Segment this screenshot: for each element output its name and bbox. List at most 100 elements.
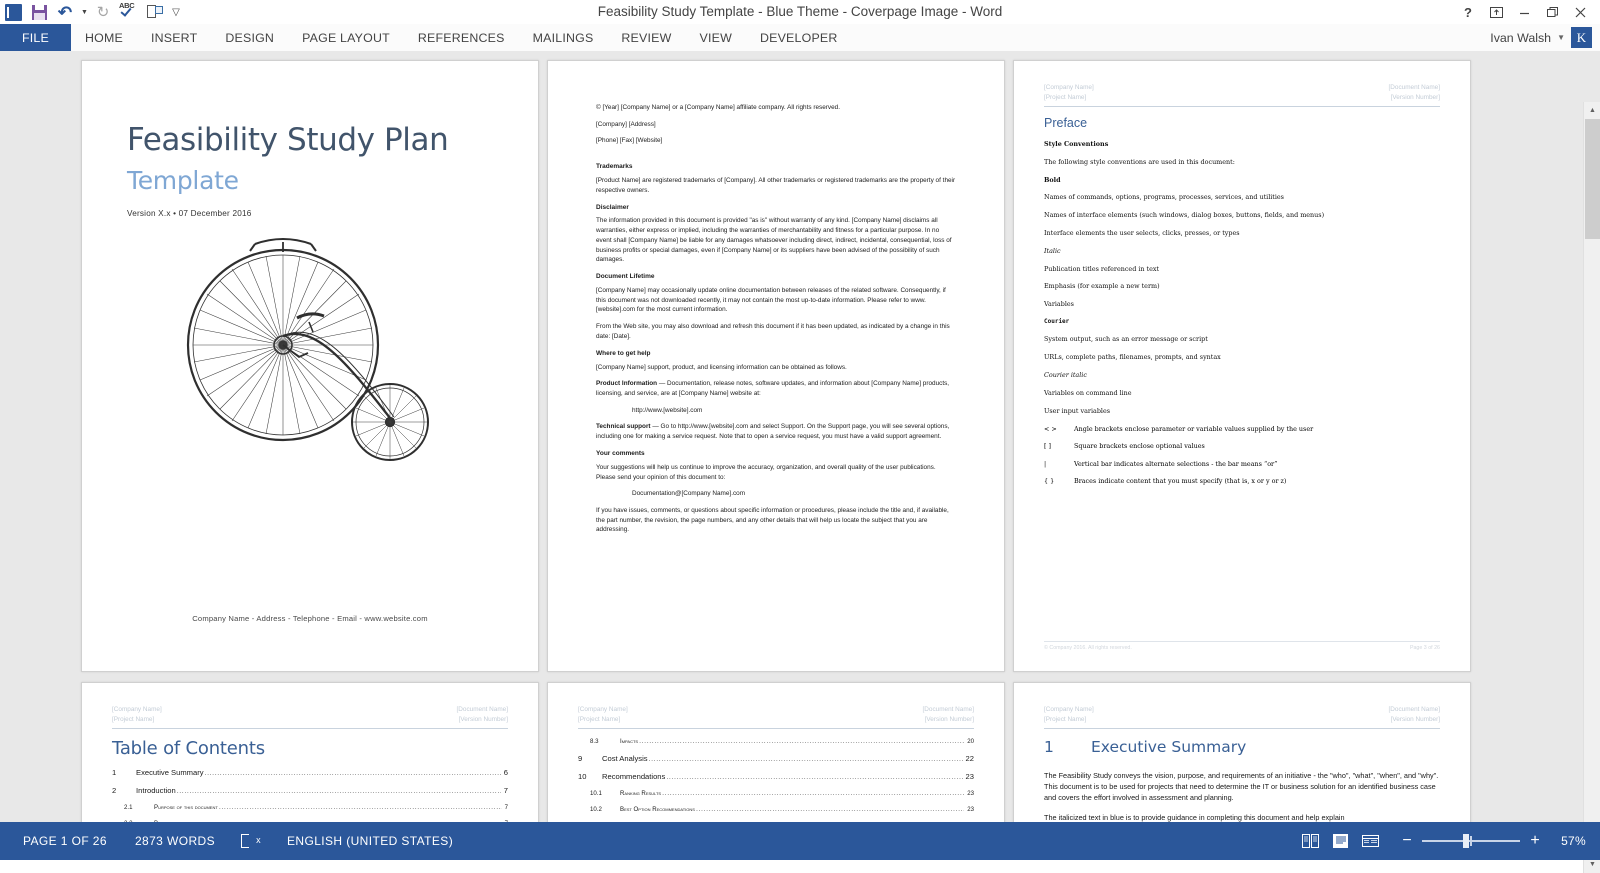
restore-icon[interactable]	[1538, 0, 1566, 24]
toc-entry-page: 6	[502, 768, 508, 777]
toc-entry[interactable]: 2.1 Purpose of this document ...........…	[124, 804, 508, 811]
document-page-toc-1[interactable]: [Company Name] [Project Name] [Document …	[81, 682, 539, 822]
undo-dropdown-icon[interactable]: ▼	[78, 0, 90, 24]
scroll-up-icon[interactable]: ▲	[1584, 102, 1600, 119]
zoom-level[interactable]: 57%	[1550, 834, 1590, 848]
tab-mailings[interactable]: MAILINGS	[519, 24, 608, 51]
preface-block-5: Interface elements the user selects, cli…	[1044, 229, 1440, 237]
zoom-control[interactable]: − + 57%	[1385, 833, 1590, 849]
toc-leader-dots: ........................................…	[219, 804, 502, 811]
tab-design[interactable]: DESIGN	[211, 24, 288, 51]
vertical-scrollbar[interactable]: ▲ ▲ ▼	[1583, 102, 1600, 873]
toc-entry[interactable]: 8.3 Impacts ............................…	[590, 738, 974, 745]
redo-icon[interactable]: ↻	[90, 0, 116, 24]
toc-entry[interactable]: 2 Introduction .........................…	[112, 786, 508, 795]
print-layout-icon[interactable]	[1325, 822, 1355, 860]
legal-technical-support-runin: Technical support	[596, 423, 651, 430]
toc-entry[interactable]: 10.1 Ranking Results ...................…	[590, 790, 974, 797]
page-indicator[interactable]: PAGE 1 OF 26	[9, 834, 121, 848]
spelling-icon[interactable]: ABC	[116, 0, 142, 24]
header-company-name: [Company Name]	[578, 705, 628, 715]
legal-heading-your-comments: Your comments	[596, 449, 956, 459]
help-icon[interactable]: ?	[1454, 0, 1482, 24]
toc-entry-number: 1	[112, 768, 136, 777]
toc-entry-number: 2.1	[124, 804, 154, 811]
chevron-down-icon[interactable]: ▼	[1557, 33, 1565, 42]
tab-home[interactable]: HOME	[71, 24, 137, 51]
legal-text-your-comments: Your suggestions will help us continue t…	[596, 463, 956, 482]
touch-mode-icon[interactable]	[142, 0, 168, 24]
preface-page-content: [Company Name] [Project Name] [Document …	[1014, 61, 1470, 671]
header-company-name: [Company Name]	[1044, 705, 1094, 715]
tab-page-layout[interactable]: PAGE LAYOUT	[288, 24, 404, 51]
preface-title: Preface	[1044, 116, 1440, 130]
toc-entry-number: 10.1	[590, 790, 620, 797]
customize-qat-icon[interactable]: ▽	[168, 0, 184, 24]
undo-icon[interactable]: ↶	[52, 0, 78, 24]
document-page-cover[interactable]: Feasibility Study Plan Template Version …	[81, 60, 539, 672]
language-indicator[interactable]: ENGLISH (UNITED STATES)	[273, 834, 467, 848]
toc-entry-label: Recommendations	[602, 772, 665, 781]
exec-summary-heading: 1 Executive Summary	[1044, 738, 1440, 756]
exec-summary-content: [Company Name] [Project Name] [Document …	[1014, 683, 1470, 822]
toc-leader-dots: ........................................…	[649, 756, 963, 763]
document-page-toc-2[interactable]: [Company Name] [Project Name] [Document …	[547, 682, 1005, 822]
preface-block-0: Style Conventions	[1044, 140, 1440, 148]
zoom-out-button[interactable]: −	[1401, 833, 1413, 849]
legal-text-trademarks: [Product Name] are registered trademarks…	[596, 176, 956, 195]
zoom-slider-handle[interactable]	[1463, 834, 1469, 848]
read-mode-icon[interactable]	[1295, 822, 1325, 860]
cover-footer: Company Name - Address - Telephone - Ema…	[82, 614, 538, 623]
toc-leader-dots: ........................................…	[662, 790, 964, 797]
header-project-name: [Project Name]	[1044, 715, 1094, 725]
page-header-right: [Document Name] [Version Number]	[1389, 83, 1441, 103]
page-footer: © Company 2016. All rights reserved. Pag…	[1044, 641, 1440, 651]
preface-symbol-key: < >	[1044, 425, 1074, 433]
account-area[interactable]: Ivan Walsh ▼ K	[1490, 24, 1592, 51]
preface-block-3: Names of commands, options, programs, pr…	[1044, 193, 1440, 201]
word-logo-icon[interactable]	[0, 0, 26, 24]
word-count[interactable]: 2873 WORDS	[121, 834, 229, 848]
preface-symbol-row: [ ] Square brackets enclose optional val…	[1044, 442, 1440, 450]
tab-insert[interactable]: INSERT	[137, 24, 211, 51]
document-page-exec-summary[interactable]: [Company Name] [Project Name] [Document …	[1013, 682, 1471, 822]
preface-block-4: Names of interface elements (such window…	[1044, 211, 1440, 219]
tab-references[interactable]: REFERENCES	[404, 24, 519, 51]
toc-entry[interactable]: 1 Executive Summary ....................…	[112, 768, 508, 777]
toc-leader-dots: ........................................…	[666, 774, 962, 781]
close-icon[interactable]	[1566, 0, 1594, 24]
legal-heading-trademarks: Trademarks	[596, 162, 956, 172]
preface-block-1: The following style conventions are used…	[1044, 158, 1440, 166]
header-company-name: [Company Name]	[1044, 83, 1094, 93]
legal-text-help: [Company Name] support, product, and lic…	[596, 363, 956, 373]
toc-entry-page: 7	[502, 786, 508, 795]
toc-entry-number: 10	[578, 772, 602, 781]
tab-review[interactable]: REVIEW	[607, 24, 685, 51]
document-page-legal[interactable]: © [Year] [Company Name] or a [Company Na…	[547, 60, 1005, 672]
document-workspace[interactable]: Feasibility Study Plan Template Version …	[0, 51, 1600, 822]
account-name: Ivan Walsh	[1490, 31, 1551, 45]
toc-entry[interactable]: 10 Recommendations .....................…	[578, 772, 974, 781]
save-icon[interactable]	[26, 0, 52, 24]
preface-block-8: Emphasis (for example a new term)	[1044, 282, 1440, 290]
preface-symbol-meaning: Square brackets enclose optional values	[1074, 442, 1205, 450]
preface-symbol-meaning: Vertical bar indicates alternate selecti…	[1074, 460, 1277, 468]
scrollbar-thumb[interactable]	[1585, 119, 1600, 239]
avatar[interactable]: K	[1571, 27, 1592, 48]
proofing-errors-icon[interactable]: x	[229, 834, 273, 849]
tab-file[interactable]: FILE	[0, 24, 71, 51]
document-page-preface[interactable]: [Company Name] [Project Name] [Document …	[1013, 60, 1471, 672]
page-header: [Company Name] [Project Name] [Document …	[1044, 83, 1440, 107]
toc-entry[interactable]: 9 Cost Analysis ........................…	[578, 754, 974, 763]
toc-entry[interactable]: 10.2 Best Option Recommendations .......…	[590, 806, 974, 813]
toc-entry-page: 23	[965, 806, 974, 813]
ribbon-display-options-icon[interactable]	[1482, 0, 1510, 24]
tab-view[interactable]: VIEW	[686, 24, 746, 51]
web-layout-icon[interactable]	[1355, 822, 1385, 860]
zoom-in-button[interactable]: +	[1529, 833, 1541, 849]
minimize-icon[interactable]	[1510, 0, 1538, 24]
zoom-slider[interactable]	[1422, 834, 1520, 848]
preface-symbol-key: |	[1044, 460, 1074, 468]
tab-developer[interactable]: DEVELOPER	[746, 24, 852, 51]
legal-text-issues: If you have issues, comments, or questio…	[596, 506, 956, 535]
